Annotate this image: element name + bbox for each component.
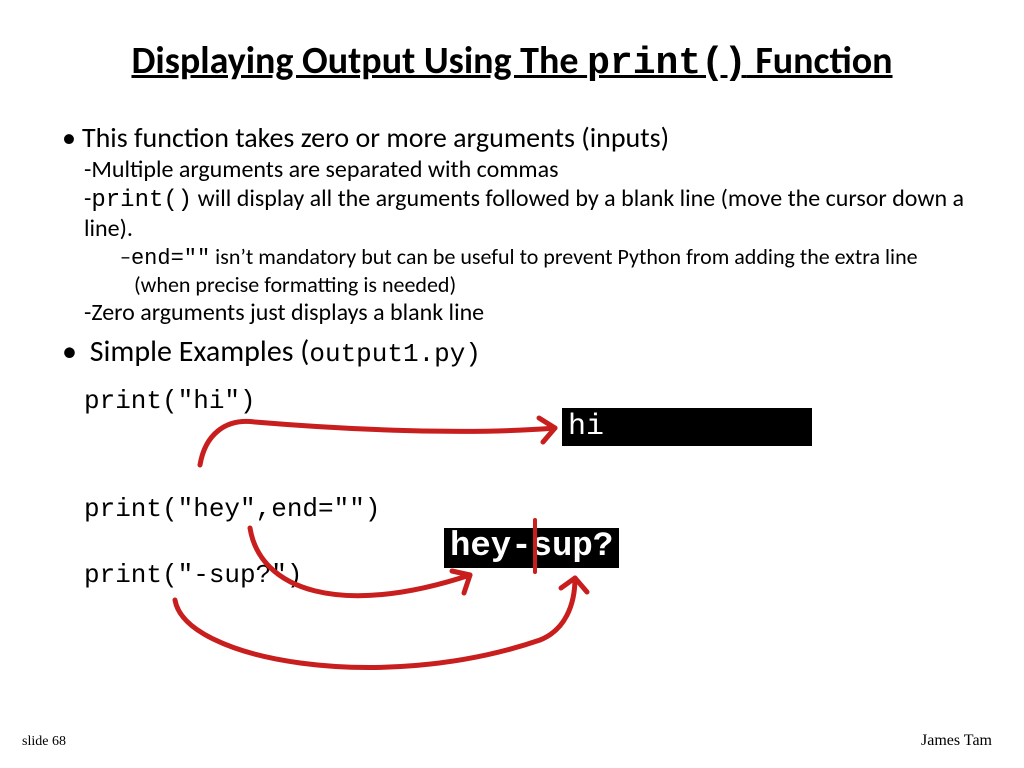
bullet-arguments: This function takes zero or more argumen… (62, 120, 972, 155)
subsub-end-arg: –end="" isn’t mandatory but can be usefu… (120, 243, 972, 298)
title-suffix: Function (747, 38, 893, 84)
sub-print-blankline: -print() will display all the arguments … (84, 184, 972, 243)
bullet-examples: Simple Examples (output1.py) (62, 333, 972, 370)
slide: Displaying Output Using The print() Func… (0, 0, 1024, 768)
code-line-3: print("-sup?") (84, 560, 302, 590)
end-code: end="" (131, 246, 210, 271)
subsub-end-rest: isn’t mandatory but can be useful to pre… (134, 243, 918, 298)
title-code: print() (587, 42, 747, 85)
slide-body: This function takes zero or more argumen… (62, 120, 972, 370)
title-prefix: Displaying Output Using The (131, 38, 587, 84)
examples-filename: output1.py) (309, 339, 481, 369)
code-line-1: print("hi") (84, 386, 256, 416)
en-dash: – (120, 243, 131, 270)
terminal-output-1: hi (562, 408, 812, 446)
slide-number: slide 68 (22, 734, 66, 750)
sub-zero-args: -Zero arguments just displays a blank li… (84, 298, 972, 327)
code-line-2: print("hey",end="") (84, 494, 380, 524)
sub-print-rest: will display all the arguments followed … (84, 184, 964, 243)
print-code: print() (91, 187, 192, 214)
examples-pre: Simple Examples ( (90, 333, 310, 370)
sub-multiple-args: -Multiple arguments are separated with c… (84, 155, 972, 184)
slide-title: Displaying Output Using The print() Func… (0, 38, 1024, 85)
terminal-output-2: hey-sup? (444, 528, 619, 568)
author-name: James Tam (921, 732, 992, 750)
hand-drawn-arrows (0, 0, 1024, 768)
